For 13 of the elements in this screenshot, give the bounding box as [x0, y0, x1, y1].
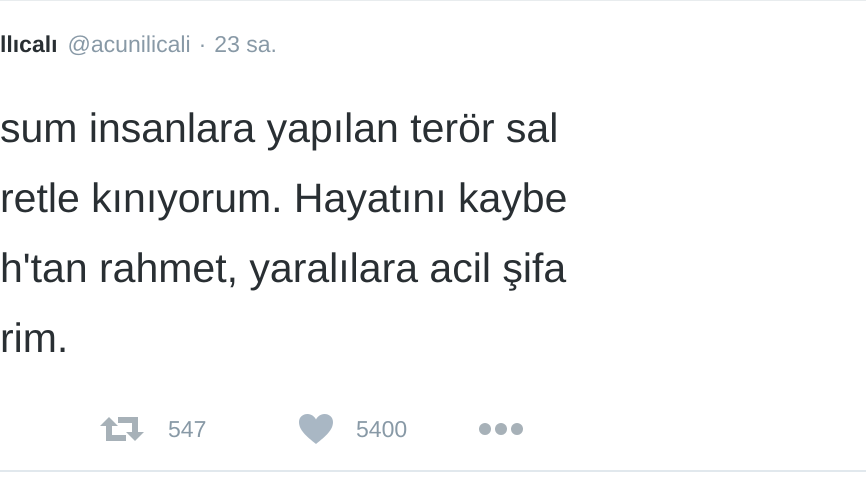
action-count: 547: [168, 416, 206, 442]
more-icon[interactable]: [478, 422, 524, 436]
action-count: 5400: [356, 416, 408, 442]
tweet-text-line: retle kınıyorum. Hayatını kaybe: [0, 174, 568, 223]
tweet-text-line: sum insanlara yapılan terör sal: [0, 104, 560, 153]
author-name[interactable]: llıcalı: [0, 31, 58, 58]
separator-dot: ·: [198, 31, 206, 58]
tweet-text-line: h'tan rahmet, yaralılara acil şifa: [0, 244, 568, 293]
heart-icon[interactable]: [298, 413, 334, 445]
retweet-icon[interactable]: [98, 414, 146, 444]
tweet-time[interactable]: 23 sa.: [214, 31, 277, 58]
tweet-text-line: rim.: [0, 314, 70, 363]
author-handle[interactable]: @acunilicali: [68, 31, 191, 58]
